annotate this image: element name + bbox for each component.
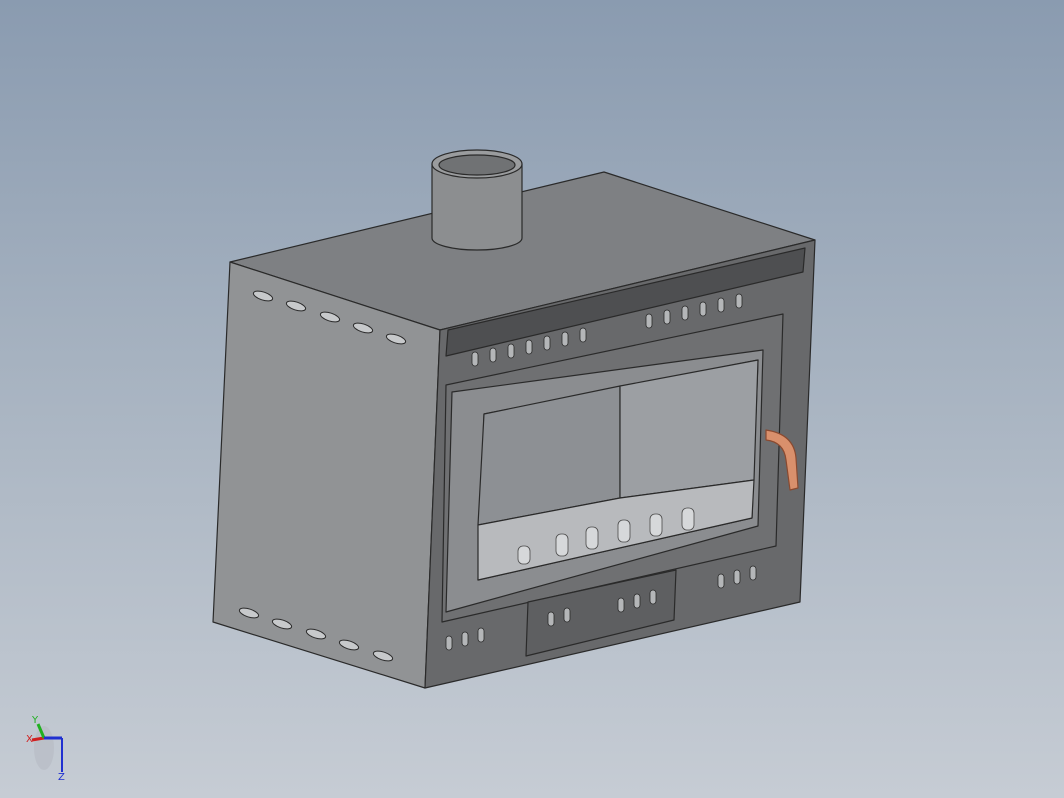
z-axis-label: Z: [58, 772, 65, 782]
triad-origin: [34, 726, 54, 770]
y-axis-label: Y: [31, 715, 39, 726]
cad-viewport[interactable]: [0, 0, 1064, 798]
x-axis-label: X: [26, 734, 33, 745]
fireplace-model[interactable]: [212, 149, 816, 689]
orientation-triad[interactable]: X Y Z: [24, 710, 74, 782]
x-axis-icon: [31, 736, 45, 742]
flue-pipe: [431, 149, 523, 251]
side-panel: [212, 261, 441, 689]
